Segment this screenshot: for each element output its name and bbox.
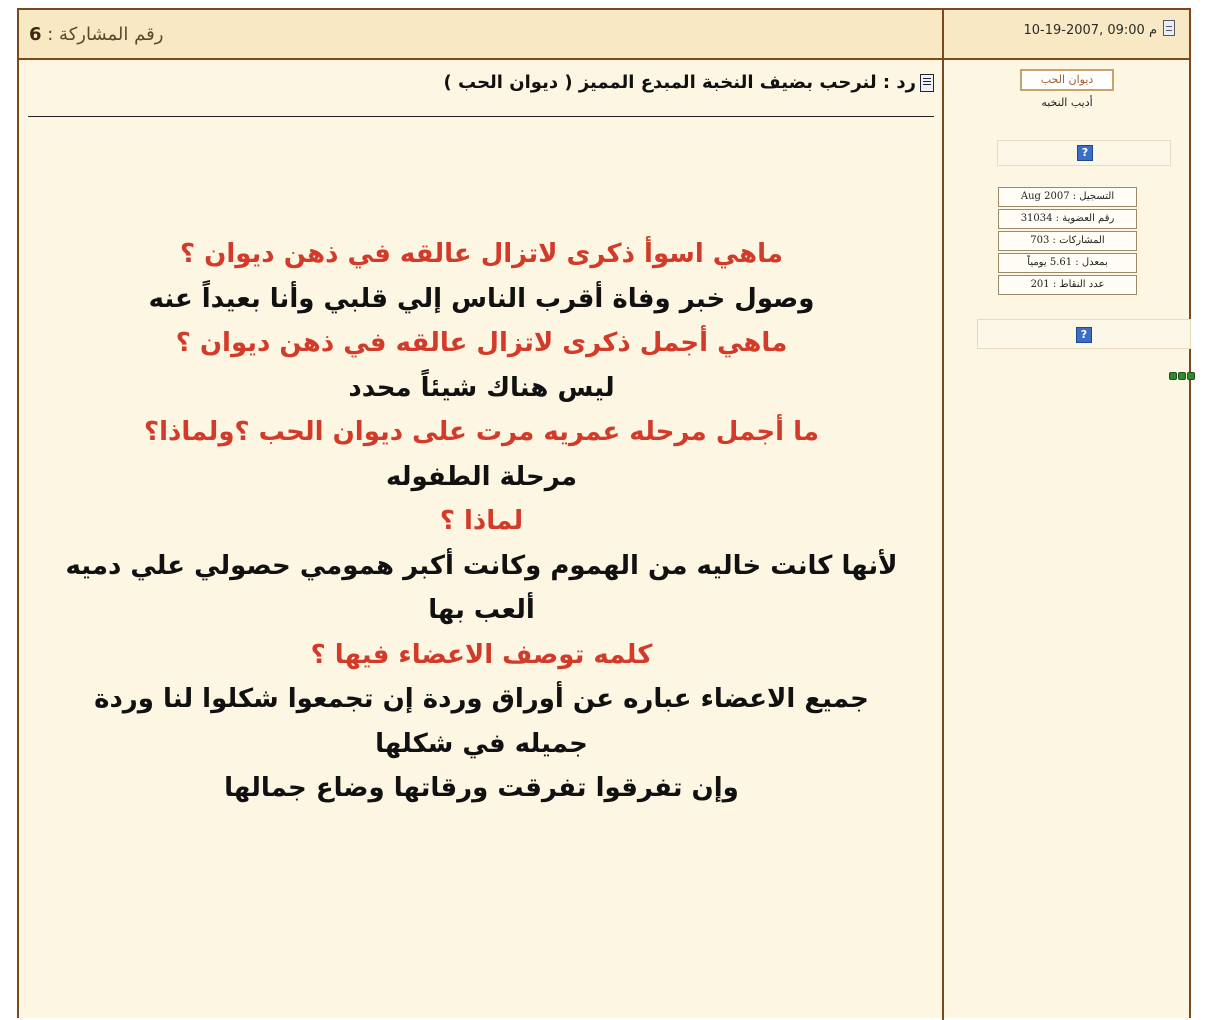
title-divider	[28, 116, 934, 117]
post-number-value[interactable]: 6	[29, 24, 42, 45]
reputation-icons	[1169, 372, 1195, 380]
username-link[interactable]: ديوان الحب	[1020, 69, 1114, 91]
user-title: أديب النخبه	[1041, 96, 1093, 109]
help-icon[interactable]: ?	[1077, 145, 1093, 161]
answer-line: وإن تفرقوا تفرقت ورقاتها وضاع جمالها	[224, 773, 739, 803]
question-line: ماهي اسوأ ذكرى لاتزال عالقه في ذهن ديوان…	[180, 239, 783, 269]
user-extra-box-1: ?	[997, 140, 1171, 166]
post-body: ماهي اسوأ ذكرى لاتزال عالقه في ذهن ديوان…	[29, 232, 934, 811]
answer-line: جميع الاعضاء عباره عن أوراق وردة إن تجمع…	[94, 684, 869, 759]
question-line: ماهي أجمل ذكرى لاتزال عالقه في ذهن ديوان…	[175, 328, 788, 358]
question-line: كلمه توصف الاعضاء فيها ؟	[310, 639, 653, 670]
reputation-dot-icon	[1187, 372, 1195, 380]
post-header: رقم المشاركة : 6 10-19-2007, 09:00 م	[19, 10, 1189, 60]
reputation-dot-icon	[1178, 372, 1186, 380]
stat-rate: بمعدل : 5.61 يومياً	[998, 253, 1137, 273]
post-date: 10-19-2007, 09:00 م	[1023, 20, 1175, 38]
question-line: لماذا ؟	[439, 506, 524, 536]
post-title-text: رد : لنرحب بضيف النخبة المبدع المميز ( د…	[443, 72, 916, 93]
post-date-text: 10-19-2007, 09:00 م	[1023, 22, 1157, 38]
post-icon	[1163, 20, 1175, 36]
user-info-column: ديوان الحب أديب النخبه ? التسجيل : Aug 2…	[944, 60, 1195, 1020]
stat-join-date: التسجيل : Aug 2007	[998, 187, 1137, 207]
reputation-dot-icon	[1169, 372, 1177, 380]
stat-member-id: رقم العضوية : 31034	[998, 209, 1137, 229]
post-title-icon	[920, 73, 934, 92]
stat-points: عدد النقاط : 201	[998, 275, 1137, 295]
user-stats: التسجيل : Aug 2007 رقم العضوية : 31034 ا…	[998, 187, 1137, 297]
question-line: ما أجمل مرحله عمريه مرت على ديوان الحب ؟…	[144, 417, 819, 447]
help-icon[interactable]: ?	[1076, 327, 1092, 343]
answer-line: لأنها كانت خاليه من الهموم وكانت أكبر هم…	[65, 550, 898, 626]
post-number[interactable]: رقم المشاركة : 6	[29, 24, 163, 45]
post-number-label: رقم المشاركة :	[47, 24, 164, 45]
post-title: رد : لنرحب بضيف النخبة المبدع المميز ( د…	[29, 72, 934, 93]
stat-posts: المشاركات : 703	[998, 231, 1137, 251]
post-container: رقم المشاركة : 6 10-19-2007, 09:00 م ديو…	[17, 8, 1195, 1020]
user-extra-box-2: ?	[977, 319, 1191, 349]
answer-line: وصول خبر وفاة أقرب الناس إلي قلبي وأنا ب…	[148, 283, 815, 314]
answer-line: ليس هناك شيئاً محدد	[348, 372, 615, 403]
answer-line: مرحلة الطفوله	[386, 461, 577, 492]
